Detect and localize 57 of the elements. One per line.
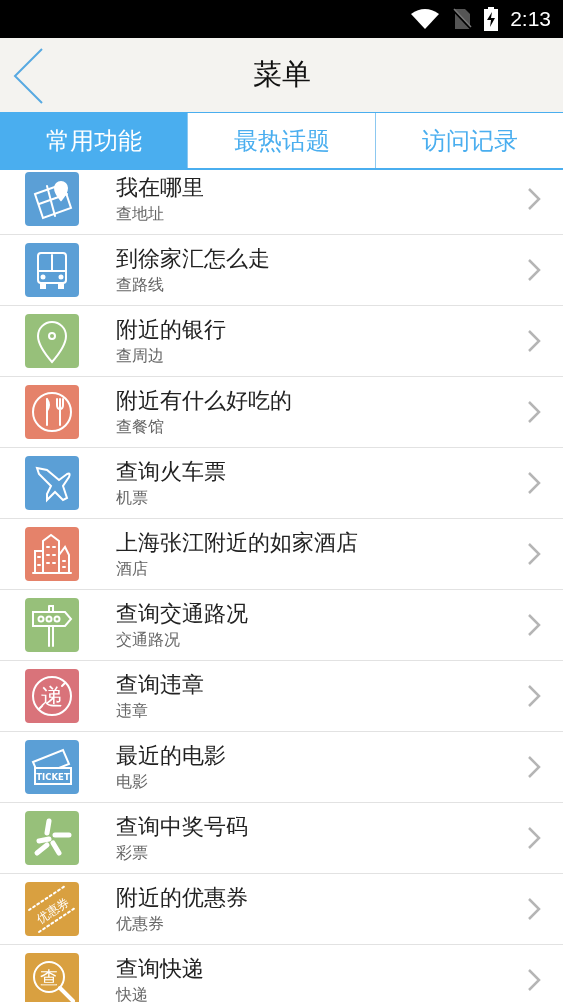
item-title: 查询火车票 — [116, 458, 227, 486]
menu-item[interactable]: 上海张江附近的如家酒店 酒店 — [0, 519, 563, 590]
prohibited-icon: 递 — [25, 669, 79, 723]
page-title: 菜单 — [252, 56, 311, 93]
menu-item[interactable]: 优惠券 附近的优惠券 优惠券 — [0, 874, 563, 945]
item-title: 附近有什么好吃的 — [116, 387, 293, 415]
item-title: 查询中奖号码 — [116, 813, 249, 841]
item-subtitle: 查餐馆 — [116, 416, 165, 438]
chevron-right-icon — [527, 826, 541, 850]
chevron-right-icon — [527, 187, 541, 211]
menu-item[interactable]: 附近的银行 查周边 — [0, 306, 563, 377]
item-subtitle: 查地址 — [116, 203, 165, 225]
wifi-icon — [410, 8, 441, 30]
chevron-right-icon — [527, 755, 541, 779]
item-subtitle: 优惠券 — [116, 913, 165, 935]
item-title: 查询快递 — [116, 955, 205, 983]
menu-item[interactable]: 我在哪里 查地址 — [0, 170, 563, 235]
item-subtitle: 查周边 — [116, 345, 165, 367]
chevron-right-icon — [527, 542, 541, 566]
coupon-icon: 优惠券 — [25, 882, 79, 936]
chevron-right-icon — [527, 400, 541, 424]
item-subtitle: 机票 — [116, 487, 149, 509]
item-title: 上海张江附近的如家酒店 — [116, 529, 359, 557]
chevron-right-icon — [527, 258, 541, 282]
item-title: 我在哪里 — [116, 174, 205, 202]
item-title: 附近的银行 — [116, 316, 227, 344]
item-subtitle: 电影 — [116, 771, 149, 793]
item-subtitle: 交通路况 — [116, 629, 181, 651]
status-time: 2:13 — [510, 7, 551, 31]
item-title: 附近的优惠券 — [116, 884, 249, 912]
item-title: 查询违章 — [116, 671, 205, 699]
chevron-right-icon — [527, 897, 541, 921]
item-title: 最近的电影 — [116, 742, 227, 770]
item-title: 查询交通路况 — [116, 600, 249, 628]
magnifier-icon: 查 — [25, 953, 79, 1002]
menu-item[interactable]: 到徐家汇怎么走 查路线 — [0, 235, 563, 306]
menu-item[interactable]: 查询火车票 机票 — [0, 448, 563, 519]
menu-item[interactable]: 附近有什么好吃的 查餐馆 — [0, 377, 563, 448]
battery-charging-icon — [484, 7, 499, 31]
menu-item[interactable]: 查询中奖号码 彩票 — [0, 803, 563, 874]
no-sim-icon — [452, 8, 473, 30]
menu-item[interactable]: 查询交通路况 交通路况 — [0, 590, 563, 661]
menu-item[interactable]: 查 查询快递 快递 — [0, 945, 563, 1002]
item-title: 到徐家汇怎么走 — [116, 245, 271, 273]
menu-item[interactable]: TICKET 最近的电影 电影 — [0, 732, 563, 803]
chevron-right-icon — [527, 968, 541, 992]
chevron-right-icon — [527, 684, 541, 708]
menu-item[interactable]: 递 查询违章 违章 — [0, 661, 563, 732]
item-subtitle: 查路线 — [116, 274, 165, 296]
item-subtitle: 快递 — [116, 984, 149, 1002]
chevron-right-icon — [527, 329, 541, 353]
chevron-right-icon — [527, 471, 541, 495]
item-subtitle: 违章 — [116, 700, 149, 722]
chevron-right-icon — [527, 613, 541, 637]
ticket-icon: TICKET — [25, 740, 79, 794]
item-subtitle: 酒店 — [116, 558, 149, 580]
item-subtitle: 彩票 — [116, 842, 149, 864]
